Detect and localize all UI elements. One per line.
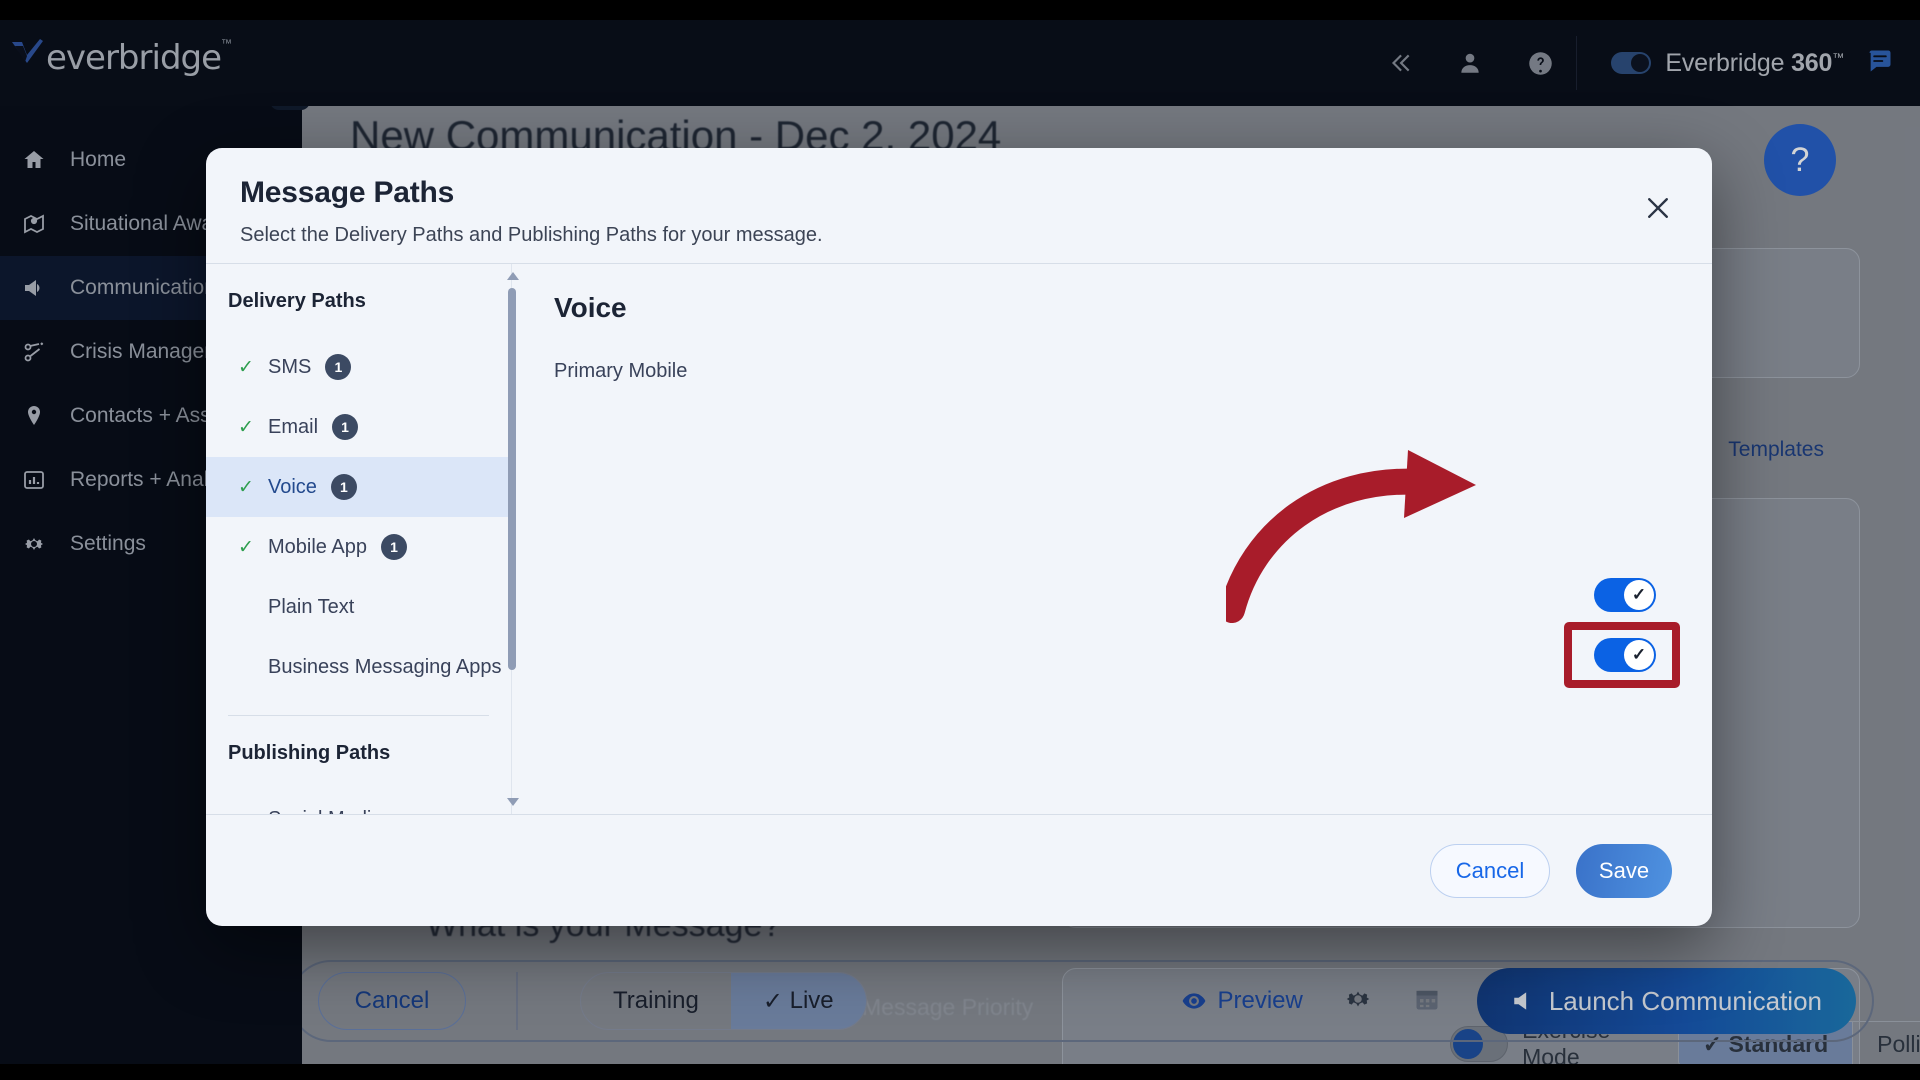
detail-title: Voice bbox=[554, 292, 1666, 324]
path-item-sms[interactable]: ✓ SMS 1 bbox=[206, 337, 511, 397]
delivery-paths-heading: Delivery Paths bbox=[206, 290, 511, 313]
check-icon: ✓ bbox=[238, 476, 254, 499]
path-label-mobile-app: Mobile App bbox=[268, 536, 367, 559]
path-count-email: 1 bbox=[332, 414, 358, 440]
message-paths-dialog: Message Paths Select the Delivery Paths … bbox=[206, 148, 1712, 926]
paths-list-pane: Delivery Paths ✓ SMS 1 ✓ Email 1 ✓ Voice… bbox=[206, 264, 512, 814]
annotation-highlight-box bbox=[1564, 622, 1680, 688]
dialog-subtitle: Select the Delivery Paths and Publishing… bbox=[240, 224, 1678, 247]
path-label-voice: Voice bbox=[268, 476, 317, 499]
voice-path-master-toggle[interactable]: ✓ bbox=[1594, 578, 1656, 612]
dialog-body: Delivery Paths ✓ SMS 1 ✓ Email 1 ✓ Voice… bbox=[206, 264, 1712, 814]
path-label-social-media: Social Media bbox=[268, 808, 383, 815]
path-label-email: Email bbox=[268, 416, 318, 439]
path-count-mobile-app: 1 bbox=[381, 534, 407, 560]
path-count-voice: 1 bbox=[331, 474, 357, 500]
app-root: everbridge ™ bbox=[0, 0, 1920, 1080]
close-icon[interactable] bbox=[1640, 190, 1676, 226]
dialog-footer: Cancel Save bbox=[206, 814, 1712, 926]
detail-row-label: Primary Mobile bbox=[554, 360, 1666, 383]
publishing-paths-heading: Publishing Paths bbox=[206, 742, 511, 765]
path-label-business-messaging-apps: Business Messaging Apps bbox=[268, 656, 501, 679]
dialog-title: Message Paths bbox=[240, 176, 1678, 210]
check-icon: ✓ bbox=[238, 416, 254, 439]
path-detail-pane: Voice Primary Mobile ✓ ✓ bbox=[512, 264, 1712, 814]
screen-bottom-letterbox bbox=[0, 1064, 1920, 1080]
path-label-plain-text: Plain Text bbox=[268, 596, 354, 619]
check-icon: ✓ bbox=[238, 536, 254, 559]
path-count-sms: 1 bbox=[325, 354, 351, 380]
path-item-business-messaging-apps[interactable]: ✓ Business Messaging Apps bbox=[206, 637, 511, 697]
path-item-email[interactable]: ✓ Email 1 bbox=[206, 397, 511, 457]
path-item-mobile-app[interactable]: ✓ Mobile App 1 bbox=[206, 517, 511, 577]
save-button[interactable]: Save bbox=[1576, 844, 1672, 898]
paths-section-divider bbox=[228, 715, 489, 716]
toggle-check-icon: ✓ bbox=[1629, 585, 1649, 605]
path-item-voice[interactable]: ✓ Voice 1 bbox=[206, 457, 511, 517]
cancel-button[interactable]: Cancel bbox=[1430, 844, 1550, 898]
screen-top-letterbox bbox=[0, 0, 1920, 20]
path-item-social-media[interactable]: ✓ Social Media bbox=[206, 789, 511, 814]
dialog-header: Message Paths Select the Delivery Paths … bbox=[206, 148, 1712, 263]
path-label-sms: SMS bbox=[268, 356, 311, 379]
check-icon: ✓ bbox=[238, 356, 254, 379]
path-item-plain-text[interactable]: ✓ Plain Text bbox=[206, 577, 511, 637]
